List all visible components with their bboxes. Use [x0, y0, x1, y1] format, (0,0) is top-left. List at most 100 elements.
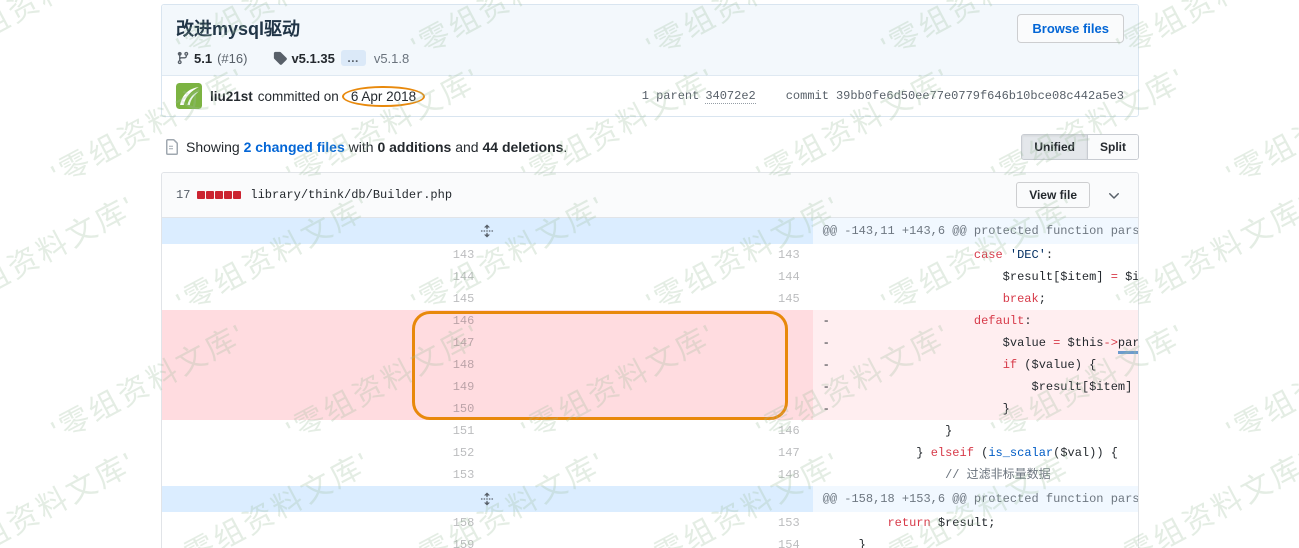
browse-files-button[interactable]: Browse files: [1017, 14, 1124, 43]
period: .: [563, 139, 567, 155]
expand-diff-button[interactable]: [162, 218, 813, 244]
code-row: 147- $value = $this->parseArrayData($que…: [162, 332, 1138, 354]
tag-extra[interactable]: v5.1.8: [374, 51, 409, 66]
diff-summary-text: Showing 2 changed files with 0 additions…: [186, 139, 567, 155]
commit-meta-bar: liu21st committed on 6 Apr 2018 1 parent…: [162, 76, 1138, 116]
new-line-number[interactable]: 146: [487, 420, 812, 442]
new-line-number[interactable]: 148: [487, 464, 812, 486]
parent-sha-link[interactable]: 34072e2: [705, 89, 755, 104]
new-line-number[interactable]: 145: [487, 288, 812, 310]
code-line: case 'DEC':: [813, 244, 1138, 266]
code-row: 153148 // 过滤非标量数据: [162, 464, 1138, 486]
date-annotation-ellipse: 6 Apr 2018: [342, 86, 425, 107]
diffstat-block: [224, 191, 232, 199]
code-line: - $result[$item] = $value;: [813, 376, 1138, 398]
hunk-header: @@ -143,11 +143,6 @@ protected function …: [813, 218, 1138, 244]
old-line-number[interactable]: 147: [162, 332, 487, 354]
diff-table: @@ -143,11 +143,6 @@ protected function …: [162, 218, 1138, 548]
code-line: } elseif (is_scalar($val)) {: [813, 442, 1138, 464]
old-line-number[interactable]: 151: [162, 420, 487, 442]
watermark-text: '零组资料文库': [1217, 54, 1299, 194]
code-row: 144144 $result[$item] = $item . ' - ' . …: [162, 266, 1138, 288]
new-line-number[interactable]: 144: [487, 266, 812, 288]
show-more-tags-button[interactable]: …: [341, 50, 366, 66]
code-line: // 过滤非标量数据: [813, 464, 1138, 486]
commit-date: 6 Apr 2018: [351, 89, 416, 104]
old-line-number[interactable]: 148: [162, 354, 487, 376]
file-path[interactable]: library/think/db/Builder.php: [250, 188, 452, 202]
old-line-number[interactable]: 143: [162, 244, 487, 266]
code-line: - default:: [813, 310, 1138, 332]
new-line-number[interactable]: 153: [487, 512, 812, 534]
code-row: 143143 case 'DEC':: [162, 244, 1138, 266]
old-line-number[interactable]: 149: [162, 376, 487, 398]
tag-group: v5.1.35 … v5.1.8: [273, 50, 409, 66]
changed-files-link[interactable]: 2 changed files: [244, 139, 345, 155]
parent-label: 1 parent: [642, 89, 700, 103]
watermark-text: '零组资料文库': [1217, 310, 1299, 450]
git-branch-icon: [176, 51, 190, 65]
old-line-number[interactable]: 150: [162, 398, 487, 420]
file-header: 17 library/think/db/Builder.php View fil…: [162, 173, 1138, 218]
commit-page: 改进mysql驱动 5.1 (#16) v5.1.35 … v5.1.8 Bro…: [0, 0, 1299, 548]
old-line-number[interactable]: 158: [162, 512, 487, 534]
code-row: 149 - $result[$item] = $value;: [162, 376, 1138, 398]
new-line-number[interactable]: [487, 332, 812, 354]
code-line: }: [813, 420, 1138, 442]
new-line-number[interactable]: [487, 354, 812, 376]
tag-icon: [273, 51, 287, 65]
old-line-number[interactable]: 159: [162, 534, 487, 548]
commit-sha: 39bb0fe6d50ee77e0779f646b10bce08c442a5e3: [836, 89, 1124, 103]
code-line: - }: [813, 398, 1138, 420]
code-line: break;: [813, 288, 1138, 310]
diffstat-block: [233, 191, 241, 199]
old-line-number[interactable]: 146: [162, 310, 487, 332]
diff-summary-row: Showing 2 changed files with 0 additions…: [163, 134, 1139, 160]
view-file-button[interactable]: View file: [1016, 182, 1090, 208]
code-row: 159154 }: [162, 534, 1138, 548]
commit-author[interactable]: liu21st: [210, 89, 253, 104]
hunk-row: @@ -158,18 +153,6 @@ protected function …: [162, 486, 1138, 512]
old-line-number[interactable]: 144: [162, 266, 487, 288]
file-diff-icon: [163, 139, 179, 155]
old-line-number[interactable]: 153: [162, 464, 487, 486]
new-line-number[interactable]: [487, 376, 812, 398]
old-line-number[interactable]: 145: [162, 288, 487, 310]
diffstat-block: [215, 191, 223, 199]
new-line-number[interactable]: 154: [487, 534, 812, 548]
new-line-number[interactable]: 143: [487, 244, 812, 266]
commit-head: 改进mysql驱动 5.1 (#16) v5.1.35 … v5.1.8 Bro…: [162, 5, 1138, 76]
new-line-number[interactable]: [487, 310, 812, 332]
code-line: return $result;: [813, 512, 1138, 534]
code-row: 145145 break;: [162, 288, 1138, 310]
branch-name[interactable]: 5.1: [194, 51, 212, 66]
expand-diff-button[interactable]: [162, 486, 813, 512]
diffstat-block: [197, 191, 205, 199]
additions-count: 0 additions: [377, 139, 451, 155]
avatar[interactable]: [176, 83, 202, 109]
code-row: 150 - }: [162, 398, 1138, 420]
commit-action-text: committed on: [258, 89, 339, 104]
diff-view-toggle: Unified Split: [1021, 134, 1139, 160]
parse-array-data-annotation: parseArrayData: [1118, 336, 1138, 354]
code-line: - if ($value) {: [813, 354, 1138, 376]
commit-title: 改进mysql驱动: [176, 15, 1124, 41]
old-line-number[interactable]: 152: [162, 442, 487, 464]
file-actions: View file: [1016, 182, 1128, 208]
new-line-number[interactable]: [487, 398, 812, 420]
new-line-number[interactable]: 147: [487, 442, 812, 464]
pr-reference[interactable]: (#16): [217, 51, 247, 66]
diffstat-block: [206, 191, 214, 199]
watermark-text: '零组资料文库': [0, 182, 143, 322]
branch-row: 5.1 (#16) v5.1.35 … v5.1.8: [176, 50, 1124, 66]
tag-name[interactable]: v5.1.35: [291, 51, 334, 66]
showing-label: Showing: [186, 139, 244, 155]
watermark-text: '零组资料文库': [0, 0, 143, 66]
split-view-button[interactable]: Split: [1087, 135, 1138, 159]
unified-view-button[interactable]: Unified: [1022, 135, 1087, 159]
hunk-header: @@ -158,18 +153,6 @@ protected function …: [813, 486, 1138, 512]
commit-meta-right: 1 parent 34072e2 commit 39bb0fe6d50ee77e…: [642, 89, 1124, 104]
code-row: 158153 return $result;: [162, 512, 1138, 534]
code-row: 151146 }: [162, 420, 1138, 442]
chevron-down-icon[interactable]: [1106, 187, 1122, 203]
